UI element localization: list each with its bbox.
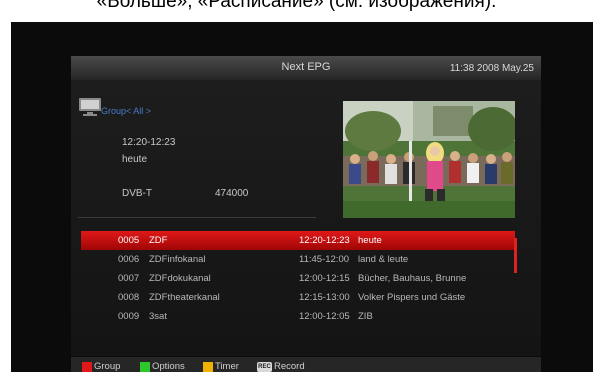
channel-name: ZDFdokukanal bbox=[149, 273, 211, 284]
event-title: land & leute bbox=[358, 254, 409, 265]
record-icon: REC bbox=[257, 361, 272, 372]
event-title: Bücher, Bauhaus, Brunne bbox=[358, 273, 467, 284]
page-caption: «Больше», «Расписание» (см. изображения)… bbox=[96, 0, 497, 12]
record-key[interactable]: REC Record bbox=[257, 361, 305, 372]
event-time: 12:20-12:23 bbox=[299, 235, 350, 246]
options-key-label: Options bbox=[152, 361, 185, 372]
channel-number: 0009 bbox=[118, 311, 140, 322]
record-key-label: Record bbox=[274, 361, 305, 372]
channel-list: 0005 ZDF 12:20-12:23 heute 0006 ZDFinfok… bbox=[81, 231, 515, 326]
green-key-icon bbox=[140, 361, 150, 372]
event-time: 12:00-12:05 bbox=[299, 311, 350, 322]
epg-header: Next EPG 11:38 2008 May.25 bbox=[71, 56, 541, 80]
event-title: heute bbox=[358, 235, 382, 246]
channel-number: 0008 bbox=[118, 292, 140, 303]
channel-row[interactable]: 0005 ZDF 12:20-12:23 heute bbox=[81, 231, 515, 250]
timer-key-label: Timer bbox=[215, 361, 239, 372]
channel-number: 0005 bbox=[118, 235, 140, 246]
event-title: Volker Pispers und Gäste bbox=[358, 292, 466, 303]
timer-key[interactable]: Timer bbox=[203, 361, 239, 372]
channel-number: 0006 bbox=[118, 254, 140, 265]
channel-number: 0007 bbox=[118, 273, 140, 284]
event-time: 12:15-13:00 bbox=[299, 292, 350, 303]
channel-row[interactable]: 0007 ZDFdokukanal 12:00-12:15 Bücher, Ba… bbox=[81, 269, 515, 288]
divider bbox=[78, 217, 316, 218]
options-key[interactable]: Options bbox=[140, 361, 185, 372]
event-time: 11:45-12:00 bbox=[299, 254, 350, 265]
signal-source: DVB-T bbox=[122, 188, 152, 199]
channel-name: ZDF bbox=[149, 235, 168, 246]
yellow-key-icon bbox=[203, 361, 213, 372]
channel-name: 3sat bbox=[149, 311, 167, 322]
channel-row[interactable]: 0006 ZDFinfokanal 11:45-12:00 land & leu… bbox=[81, 250, 515, 269]
list-scrollbar[interactable] bbox=[514, 238, 517, 273]
channel-row[interactable]: 0009 3sat 12:00-12:05 ZIB bbox=[81, 307, 515, 326]
red-key-icon bbox=[82, 361, 92, 372]
frequency: 474000 bbox=[215, 188, 249, 199]
channel-name: ZDFtheaterkanal bbox=[149, 292, 220, 303]
channel-name: ZDFinfokanal bbox=[149, 254, 206, 265]
event-title: heute bbox=[122, 154, 148, 165]
event-time: 12:20-12:23 bbox=[122, 137, 176, 148]
event-title: ZIB bbox=[358, 311, 373, 322]
clock: 11:38 2008 May.25 bbox=[449, 63, 534, 74]
group-selector[interactable]: Group< All > bbox=[101, 106, 151, 116]
event-time: 12:00-12:15 bbox=[299, 273, 350, 284]
function-key-bar: Group Options Timer REC Record bbox=[71, 357, 541, 372]
group-key-label: Group bbox=[94, 361, 121, 372]
tv-icon bbox=[78, 97, 102, 117]
video-preview bbox=[343, 101, 515, 218]
channel-row[interactable]: 0008 ZDFtheaterkanal 12:15-13:00 Volker … bbox=[81, 288, 515, 307]
group-key[interactable]: Group bbox=[82, 361, 120, 372]
